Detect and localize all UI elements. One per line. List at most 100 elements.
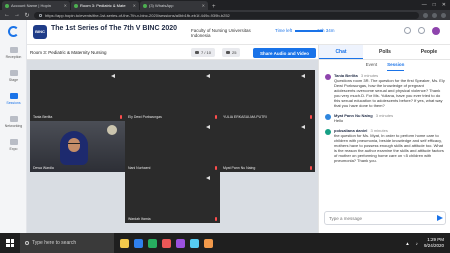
reload-icon[interactable]: ↻ bbox=[24, 12, 30, 19]
message-time: 3 minutes bbox=[375, 113, 394, 118]
tab-polls[interactable]: Polls bbox=[363, 45, 407, 59]
chat-message-list[interactable]: Tania Berlita 3 minutes Questions room 3… bbox=[319, 73, 450, 208]
maximize-button[interactable]: □ bbox=[433, 2, 436, 8]
muted-mic-icon bbox=[120, 115, 122, 119]
home-icon bbox=[9, 47, 18, 53]
volume-icon[interactable]: ♪ bbox=[416, 241, 418, 246]
speaker-icon bbox=[206, 125, 210, 129]
browser-tab-hopin[interactable]: Account Name | Hopin ✕ bbox=[2, 1, 70, 10]
search-placeholder: Type here to search bbox=[32, 240, 77, 246]
browser-tab-whatsapp[interactable]: (3) WhatsApp ✕ bbox=[140, 1, 208, 10]
chat-message: Tania Berlita 3 minutes Questions room 3… bbox=[325, 73, 446, 108]
participant-tile[interactable]: Myat Pann Nu Naing bbox=[220, 121, 315, 172]
app-icon[interactable] bbox=[176, 238, 185, 248]
browser-tab-room3[interactable]: Room 3: Pediatric & Mate ✕ bbox=[71, 1, 139, 10]
participant-name: Wardah Ifamia bbox=[128, 217, 151, 221]
rail-item-networking[interactable]: Networking bbox=[0, 116, 27, 128]
profile-icon[interactable] bbox=[441, 12, 446, 18]
participant-tile[interactable]: Ely Dewi Porkwungas bbox=[125, 70, 220, 121]
speaker-icon bbox=[301, 125, 305, 129]
mail-icon[interactable] bbox=[418, 27, 425, 34]
viewer-count-text: 25 bbox=[232, 50, 237, 55]
event-title: The 1st Series of The 7th V BINC 2020 bbox=[51, 25, 178, 32]
send-icon[interactable] bbox=[437, 215, 443, 221]
event-navigation-rail: Reception Stage Sessions Networking Expo bbox=[0, 20, 27, 233]
edge-icon[interactable] bbox=[134, 238, 143, 248]
message-body: Tania Berlita 3 minutes Questions room 3… bbox=[334, 73, 446, 108]
chat-message-input[interactable] bbox=[324, 211, 446, 225]
back-arrow-icon[interactable]: ← bbox=[4, 12, 10, 18]
windows-logo-icon bbox=[6, 239, 14, 247]
taskbar-clock[interactable]: 1:29 PM 9/24/2020 bbox=[424, 237, 444, 249]
chat-message: Myat Pann Nu Naing 3 minutes Hello bbox=[325, 113, 446, 123]
wifi-icon[interactable]: ▲ bbox=[405, 241, 409, 246]
chat-sidebar: Chat Polls People Event Session Tania Be… bbox=[318, 45, 450, 233]
sessions-icon bbox=[9, 93, 18, 99]
share-audio-video-button[interactable]: Share Audio and Video bbox=[253, 48, 316, 58]
rail-item-sessions[interactable]: Sessions bbox=[0, 93, 27, 105]
search-icon bbox=[25, 241, 29, 245]
close-window-button[interactable]: ✕ bbox=[442, 2, 446, 8]
chrome-icon[interactable] bbox=[148, 238, 157, 248]
participant-tile[interactable]: Wardah Ifamia bbox=[125, 172, 220, 223]
video-icon bbox=[195, 51, 199, 54]
chat-scope-tabs: Event Session bbox=[319, 62, 450, 71]
hopin-logo-icon bbox=[8, 26, 19, 37]
participant-name: Ely Dewi Porkwungas bbox=[128, 115, 162, 119]
participant-tile[interactable]: Nani Nurhaeni bbox=[125, 121, 220, 172]
file-explorer-icon[interactable] bbox=[120, 238, 129, 248]
counter-text: 7 / 10 bbox=[201, 50, 212, 55]
close-icon[interactable]: ✕ bbox=[202, 3, 205, 8]
system-tray: ▲ ♪ 1:29 PM 9/24/2020 bbox=[405, 237, 450, 249]
rail-item-reception[interactable]: Reception bbox=[0, 47, 27, 59]
participant-name: Nani Nurhaeni bbox=[128, 166, 151, 170]
taskbar-search[interactable]: Type here to search bbox=[20, 233, 114, 253]
minimize-button[interactable]: — bbox=[422, 2, 427, 8]
muted-mic-icon bbox=[215, 166, 217, 170]
app-icon[interactable] bbox=[190, 238, 199, 248]
muted-mic-icon bbox=[310, 166, 312, 170]
participant-counter: 7 / 10 bbox=[191, 48, 216, 57]
star-icon[interactable] bbox=[423, 12, 428, 18]
avatar[interactable] bbox=[432, 27, 440, 35]
participant-video-feed bbox=[60, 131, 88, 165]
address-bar[interactable]: https://app.hopin.to/events/the-1st-seri… bbox=[34, 11, 419, 19]
extension-icon[interactable] bbox=[432, 12, 437, 18]
tab-chat[interactable]: Chat bbox=[319, 45, 363, 59]
message-text: the question for Ms. Myat, In order to p… bbox=[334, 133, 444, 163]
participant-tile[interactable]: YULIA ERKASULMA PUTRI bbox=[220, 70, 315, 121]
speaker-icon bbox=[206, 74, 210, 78]
time-left-text: Time left bbox=[275, 28, 293, 33]
close-icon[interactable]: ✕ bbox=[64, 3, 67, 8]
viewer-count: 25 bbox=[222, 48, 241, 57]
tab-event-chat[interactable]: Event bbox=[366, 62, 378, 71]
rail-label: Expo bbox=[9, 147, 18, 151]
avatar bbox=[325, 74, 331, 80]
expo-icon bbox=[9, 139, 18, 145]
rail-item-expo[interactable]: Expo bbox=[0, 139, 27, 151]
clock-date: 9/24/2020 bbox=[423, 243, 444, 248]
tab-title: (3) WhatsApp bbox=[149, 3, 174, 8]
rail-item-stage[interactable]: Stage bbox=[0, 70, 27, 82]
rail-label: Reception bbox=[5, 55, 22, 59]
message-body: Myat Pann Nu Naing 3 minutes Hello bbox=[334, 113, 446, 123]
muted-mic-icon bbox=[310, 115, 312, 119]
session-stage: Room 3: Pediatric & Maternity Nursing 7 … bbox=[27, 45, 318, 233]
office-icon[interactable] bbox=[162, 238, 171, 248]
muted-mic-icon bbox=[215, 115, 217, 119]
participant-tile[interactable]: Tania Berlita bbox=[30, 70, 125, 121]
speaker-icon bbox=[206, 176, 210, 180]
close-icon[interactable]: ✕ bbox=[133, 3, 136, 8]
help-icon[interactable] bbox=[404, 27, 411, 34]
browser-toolbar: ← → ↻ https://app.hopin.to/events/the-1s… bbox=[0, 10, 450, 20]
tab-people[interactable]: People bbox=[407, 45, 450, 59]
start-button[interactable] bbox=[0, 233, 20, 253]
app-icon[interactable] bbox=[204, 238, 213, 248]
participant-tile-video[interactable]: Dewa Wardla bbox=[30, 121, 125, 172]
url-text: https://app.hopin.to/events/the-1st-seri… bbox=[45, 12, 230, 18]
forward-arrow-icon[interactable]: → bbox=[14, 12, 20, 18]
networking-icon bbox=[9, 116, 18, 122]
background-lamp bbox=[107, 125, 117, 135]
whatsapp-favicon-icon bbox=[143, 3, 147, 8]
tab-session-chat[interactable]: Session bbox=[387, 62, 405, 71]
